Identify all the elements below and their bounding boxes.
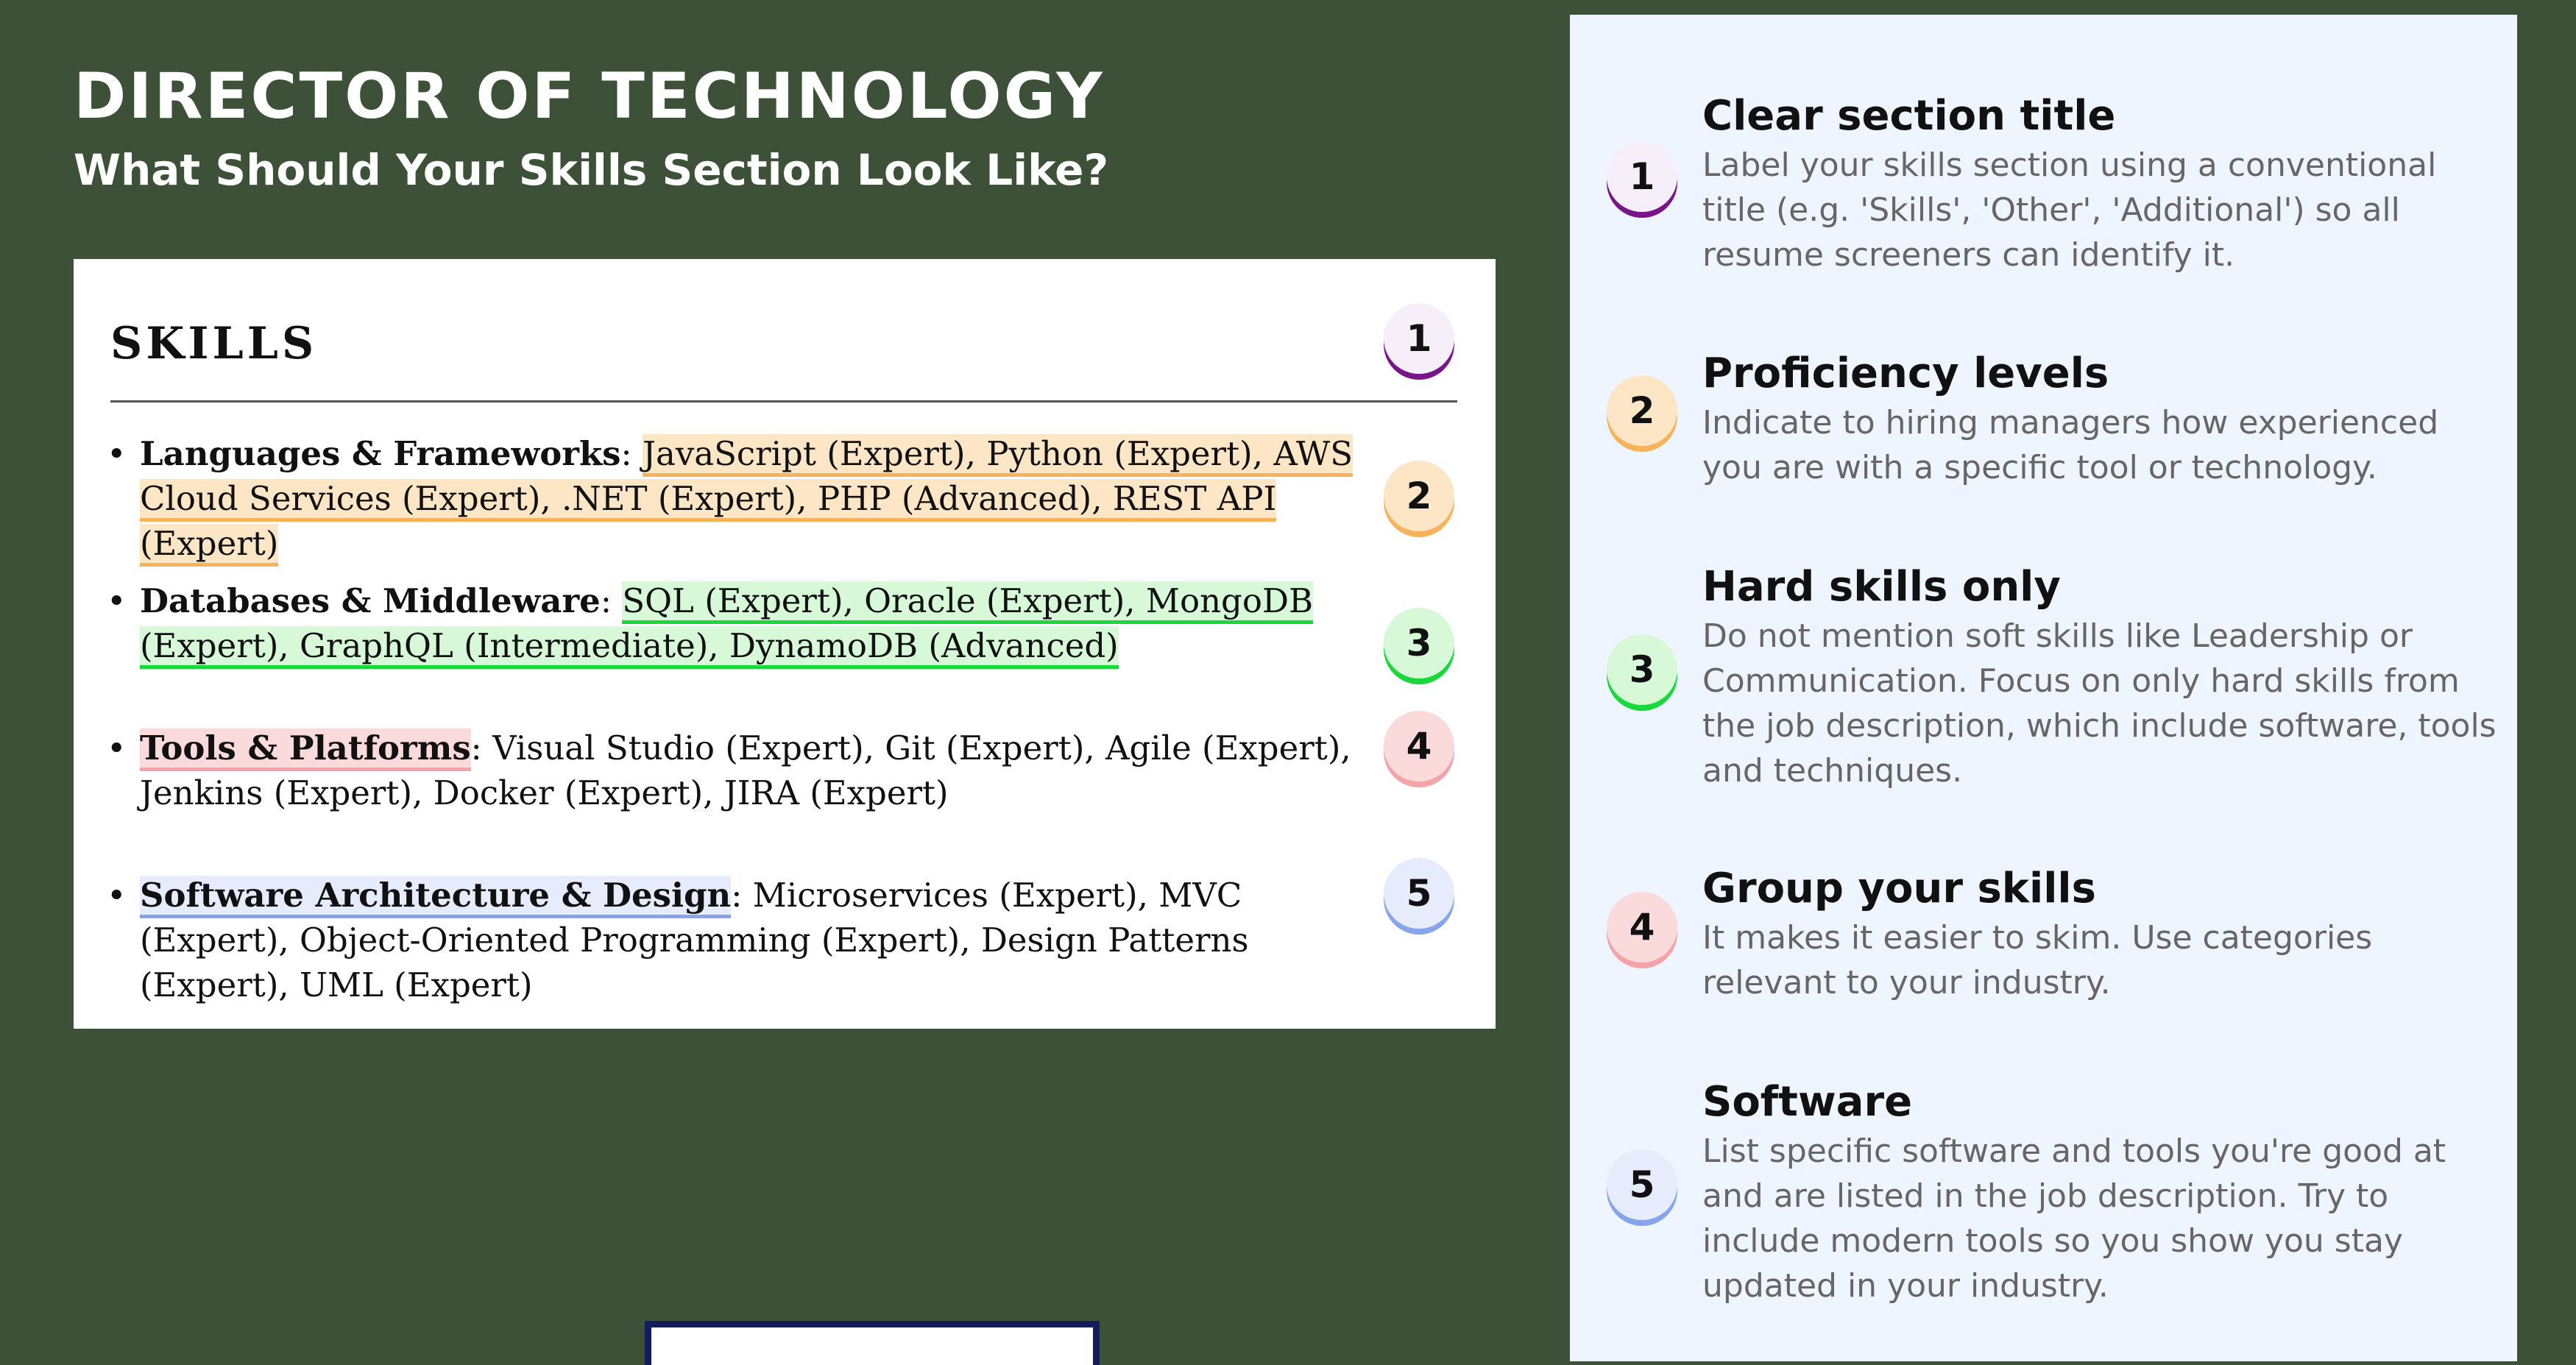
- skill-category: Databases & Middleware: [140, 581, 601, 620]
- subtitle-prefix: What Should Your: [74, 145, 519, 195]
- tip-hard-skills-only: Hard skills only Do not mention soft ski…: [1702, 561, 2505, 793]
- tip-text: Label your skills section using a conven…: [1702, 146, 2437, 274]
- skill-category: Tools & Platforms: [140, 728, 471, 771]
- skill-row-tools: • Tools & Platforms: Visual Studio (Expe…: [107, 726, 1457, 815]
- tips-panel: 1 Clear section title Label your skills …: [1570, 15, 2517, 1361]
- tip-software: Software List specific software and tool…: [1702, 1076, 2505, 1308]
- skill-category: Software Architecture & Design: [140, 876, 732, 918]
- tip-badge-3: 3: [1607, 634, 1677, 705]
- bullet: •: [107, 581, 127, 620]
- callout-badge-1: 1: [1384, 303, 1454, 374]
- tip-title: Software: [1702, 1078, 1913, 1126]
- callout-badge-4: 4: [1384, 711, 1454, 781]
- skill-category: Languages & Frameworks: [140, 434, 621, 473]
- skill-row-databases: • Databases & Middleware: SQL (Expert), …: [107, 578, 1457, 669]
- partial-card-frame: [645, 1321, 1100, 1365]
- tip-badge-2: 2: [1607, 375, 1677, 446]
- tip-title: Proficiency levels: [1702, 350, 2109, 397]
- tip-text: Indicate to hiring managers how experien…: [1702, 404, 2439, 486]
- callout-badge-5: 5: [1384, 858, 1454, 929]
- skill-separator: :: [620, 434, 643, 473]
- tip-title: Clear section title: [1702, 92, 2116, 140]
- tip-badge-5: 5: [1607, 1149, 1677, 1220]
- page-subtitle: What Should Your Skills Section Look Lik…: [74, 145, 1109, 195]
- tip-text: It makes it easier to skim. Use categori…: [1702, 919, 2373, 1001]
- tip-title: Group your skills: [1702, 865, 2096, 912]
- tip-clear-section-title: Clear section title Label your skills se…: [1702, 90, 2505, 277]
- tip-title: Hard skills only: [1702, 563, 2061, 611]
- callout-badge-2: 2: [1384, 461, 1454, 531]
- tip-text: List specific software and tools you're …: [1702, 1132, 2446, 1305]
- resume-skills-card: SKILLS • Languages & Frameworks: JavaScr…: [74, 259, 1496, 1029]
- tip-text: Do not mention soft skills like Leadersh…: [1702, 617, 2497, 790]
- bullet: •: [107, 728, 127, 767]
- skill-separator: :: [600, 581, 623, 620]
- tip-badge-4: 4: [1607, 892, 1677, 962]
- tip-proficiency-levels: Proficiency levels Indicate to hiring ma…: [1702, 347, 2505, 490]
- tip-badge-1: 1: [1607, 141, 1677, 212]
- skill-row-languages: • Languages & Frameworks: JavaScript (Ex…: [107, 431, 1457, 567]
- subtitle-suffix: Section Look Like?: [647, 145, 1109, 195]
- resume-section-heading: SKILLS: [110, 318, 318, 369]
- skill-row-architecture: • Software Architecture & Design: Micros…: [107, 873, 1457, 1007]
- skill-separator: :: [731, 876, 753, 915]
- section-divider: [110, 400, 1457, 403]
- skill-separator: :: [470, 728, 493, 767]
- bullet: •: [107, 434, 127, 473]
- callout-badge-3: 3: [1384, 608, 1454, 678]
- page-title: DIRECTOR OF TECHNOLOGY: [74, 60, 1105, 133]
- subtitle-emphasis: Skills: [518, 145, 648, 195]
- tip-group-your-skills: Group your skills It makes it easier to …: [1702, 862, 2505, 1005]
- bullet: •: [107, 876, 127, 915]
